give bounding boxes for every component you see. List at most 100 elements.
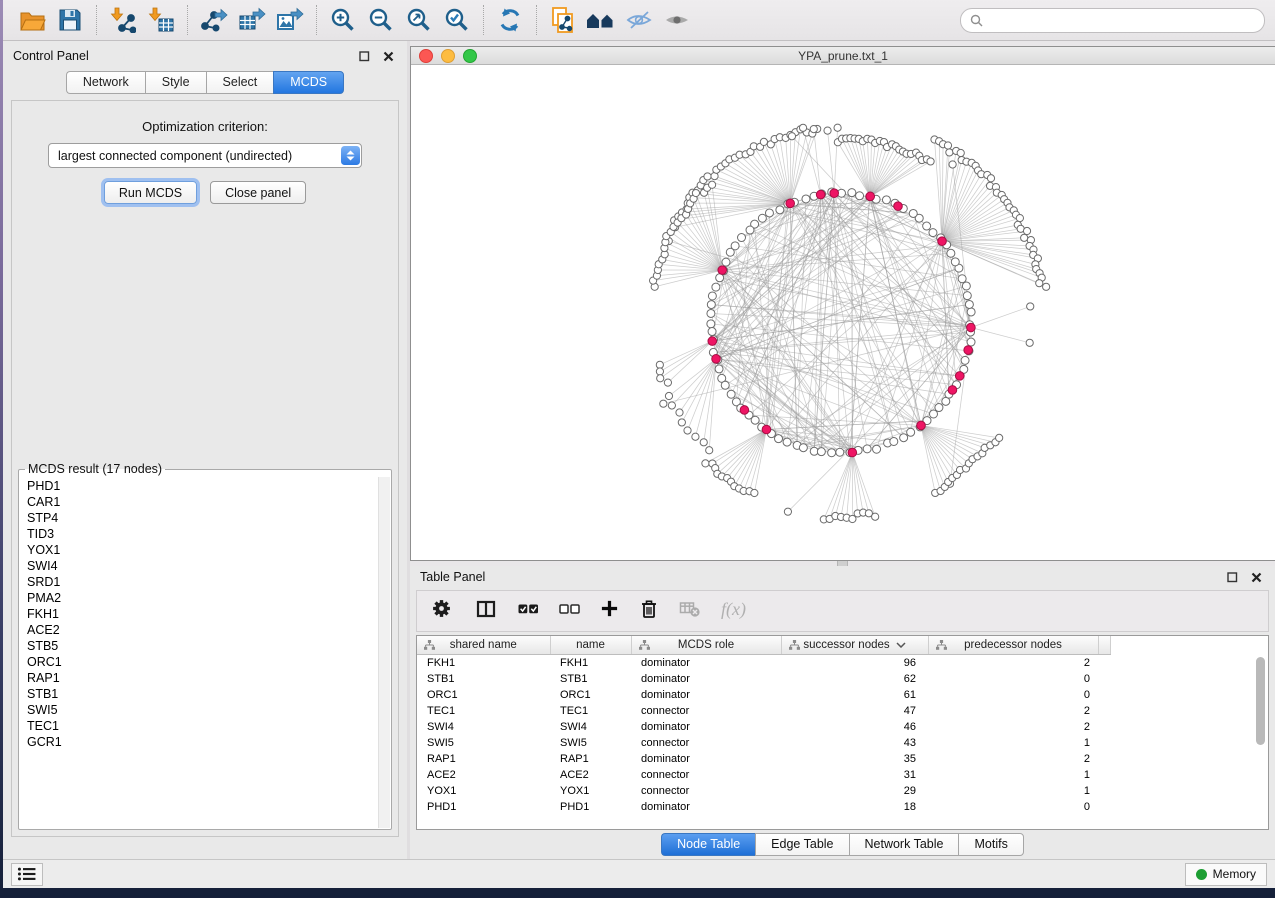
first-neighbors-icon[interactable] [582, 4, 620, 36]
graph-node[interactable] [1021, 234, 1028, 241]
tab-select[interactable]: Select [206, 71, 274, 94]
graph-node[interactable] [957, 149, 964, 156]
graph-node[interactable] [949, 161, 956, 168]
float-table-panel-icon[interactable] [1223, 569, 1241, 585]
close-panel-icon[interactable] [379, 48, 397, 64]
mcds-result-item[interactable]: SWI5 [27, 702, 383, 718]
graph-node[interactable] [660, 400, 667, 407]
table-row[interactable]: SWI4SWI4dominator462 [417, 719, 1110, 735]
select-all-icon[interactable] [518, 599, 539, 624]
new-network-from-selection-icon[interactable] [544, 4, 582, 36]
graph-node-selected[interactable] [894, 202, 903, 211]
optimization-criterion-select[interactable]: largest connected component (undirected) [48, 143, 362, 168]
hide-selected-icon[interactable] [620, 4, 658, 36]
graph-node[interactable] [702, 460, 709, 467]
mcds-result-list[interactable]: PHD1CAR1STP4TID3YOX1SWI4SRD1PMA2FKH1ACE2… [20, 477, 390, 751]
graph-node[interactable] [824, 127, 831, 134]
graph-node[interactable] [751, 489, 758, 496]
mcds-result-item[interactable]: PMA2 [27, 590, 383, 606]
table-scrollbar[interactable] [1255, 657, 1266, 830]
table-scrollbar-thumb[interactable] [1256, 657, 1265, 745]
graph-node[interactable] [834, 124, 841, 131]
graph-node[interactable] [708, 292, 716, 300]
graph-node[interactable] [765, 209, 773, 217]
graph-node[interactable] [951, 258, 959, 266]
open-file-icon[interactable] [13, 4, 51, 36]
table-row[interactable]: FKH1FKH1dominator962 [417, 655, 1110, 672]
run-mcds-button[interactable]: Run MCDS [104, 181, 197, 204]
graph-node[interactable] [935, 404, 943, 412]
table-row[interactable]: SWI5SWI5connector431 [417, 735, 1110, 751]
graph-node[interactable] [799, 444, 807, 452]
graph-node[interactable] [676, 409, 683, 416]
graph-node[interactable] [712, 283, 720, 291]
memory-button[interactable]: Memory [1185, 863, 1267, 886]
tab-node-table[interactable]: Node Table [661, 833, 755, 856]
close-table-panel-icon[interactable] [1247, 569, 1265, 585]
column-header-name[interactable]: name [550, 636, 631, 655]
graph-node[interactable] [890, 437, 898, 445]
graph-node[interactable] [1026, 339, 1033, 346]
tab-motifs[interactable]: Motifs [958, 833, 1023, 856]
table-row[interactable]: ACE2ACE2connector311 [417, 767, 1110, 783]
graph-node[interactable] [828, 449, 836, 457]
export-table-icon[interactable] [233, 4, 271, 36]
graph-node-selected[interactable] [938, 237, 947, 246]
graph-node-selected[interactable] [708, 337, 717, 346]
mcds-result-item[interactable]: PHD1 [27, 478, 383, 494]
graph-node[interactable] [715, 365, 723, 373]
graph-node[interactable] [1036, 280, 1043, 287]
save-session-icon[interactable] [51, 4, 89, 36]
graph-node[interactable] [872, 513, 879, 520]
zoom-selected-icon[interactable] [438, 4, 476, 36]
graph-node[interactable] [783, 438, 791, 446]
result-list-scrollbar[interactable] [378, 477, 390, 828]
import-network-icon[interactable] [104, 4, 142, 36]
tab-network[interactable]: Network [66, 71, 145, 94]
import-table-icon[interactable] [142, 4, 180, 36]
graph-node[interactable] [788, 133, 795, 140]
graph-node[interactable] [1023, 227, 1030, 234]
task-history-button[interactable] [11, 863, 43, 886]
graph-node[interactable] [707, 309, 715, 317]
graph-node-selected[interactable] [816, 190, 825, 199]
tab-network-table[interactable]: Network Table [849, 833, 959, 856]
graph-node[interactable] [716, 274, 724, 282]
graph-node[interactable] [965, 300, 973, 308]
graph-node[interactable] [775, 435, 783, 443]
graph-node[interactable] [967, 338, 975, 346]
graph-node[interactable] [708, 328, 716, 336]
zoom-out-icon[interactable] [362, 4, 400, 36]
apply-layout-refresh-icon[interactable] [491, 4, 529, 36]
table-row[interactable]: ORC1ORC1dominator610 [417, 687, 1110, 703]
tab-mcds[interactable]: MCDS [273, 71, 344, 94]
graph-node[interactable] [900, 434, 908, 442]
graph-node[interactable] [665, 392, 672, 399]
graph-node[interactable] [684, 427, 691, 434]
search-field[interactable] [960, 8, 1265, 33]
graph-node[interactable] [817, 448, 825, 456]
graph-node[interactable] [746, 226, 754, 234]
tab-edge-table[interactable]: Edge Table [755, 833, 848, 856]
graph-node-selected[interactable] [740, 406, 749, 415]
export-network-icon[interactable] [195, 4, 233, 36]
graph-node[interactable] [776, 206, 784, 214]
mcds-result-item[interactable]: STB1 [27, 686, 383, 702]
graph-node[interactable] [657, 375, 664, 382]
delete-row-icon[interactable] [639, 598, 659, 624]
graph-node[interactable] [909, 209, 917, 217]
zoom-in-icon[interactable] [324, 4, 362, 36]
graph-node[interactable] [727, 390, 735, 398]
mcds-result-item[interactable]: SRD1 [27, 574, 383, 590]
graph-node[interactable] [856, 192, 864, 200]
column-header-mcds-role[interactable]: MCDS role [631, 636, 781, 655]
graph-node[interactable] [863, 445, 871, 453]
graph-node[interactable] [721, 381, 729, 389]
network-canvas-svg[interactable] [411, 65, 1275, 559]
graph-node[interactable] [707, 320, 715, 328]
graph-node[interactable] [692, 189, 699, 196]
graph-node[interactable] [923, 222, 931, 230]
graph-node[interactable] [929, 229, 937, 237]
graph-node[interactable] [738, 234, 746, 242]
graph-node[interactable] [751, 416, 759, 424]
